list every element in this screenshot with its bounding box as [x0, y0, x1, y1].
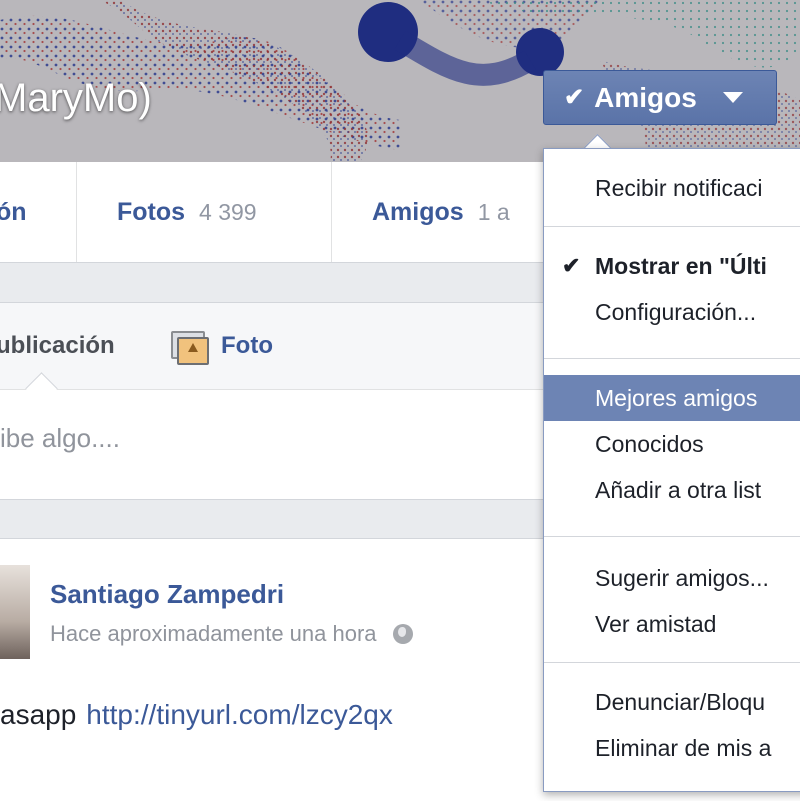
menu-item-settings[interactable]: Configuración...	[544, 289, 800, 335]
post-body: asapp http://tinyurl.com/lzcy2qx	[0, 699, 393, 731]
post-link[interactable]: http://tinyurl.com/lzcy2qx	[86, 699, 393, 730]
tab-photos-count: 4 399	[199, 198, 257, 225]
composer-tab-photo-label: Foto	[221, 332, 273, 359]
menu-item-label: Mejores amigos	[595, 384, 758, 411]
friend-dropdown-menu: Recibir notificaci ✔ Mostrar en "Últi Co…	[543, 148, 800, 792]
check-icon: ✔	[562, 253, 581, 278]
tab-info-label: ón	[0, 197, 27, 226]
menu-item-label: Conocidos	[595, 430, 704, 457]
composer-tab-status-label: ublicación	[0, 332, 115, 359]
caret-down-icon	[722, 92, 743, 103]
menu-item-show-in-news-feed[interactable]: ✔ Mostrar en "Últi	[544, 243, 800, 289]
menu-divider	[544, 358, 800, 359]
menu-item-see-friendship[interactable]: Ver amistad	[544, 601, 800, 647]
menu-divider	[544, 662, 800, 663]
menu-item-close-friends[interactable]: Mejores amigos	[544, 375, 800, 421]
menu-item-label: Eliminar de mis a	[595, 734, 772, 761]
check-icon: ✔	[564, 84, 585, 111]
menu-item-get-notifications[interactable]: Recibir notificaci	[544, 165, 800, 211]
menu-item-label: Sugerir amigos...	[595, 564, 769, 591]
friend-status-label: Amigos	[594, 81, 697, 113]
tab-divider	[331, 162, 332, 262]
menu-divider	[544, 536, 800, 537]
menu-item-unfriend[interactable]: Eliminar de mis a	[544, 725, 800, 771]
globe-icon	[392, 624, 413, 644]
composer-tab-status[interactable]: ublicación	[0, 303, 115, 389]
menu-item-label: Mostrar en "Últi	[595, 252, 767, 279]
menu-item-label: Ver amistad	[595, 610, 717, 637]
tab-friends-label: Amigos	[372, 197, 464, 226]
menu-divider	[544, 226, 800, 227]
tab-photos-label: Fotos	[117, 197, 186, 226]
menu-item-label: Configuración...	[595, 298, 757, 325]
post-author[interactable]: Santiago Zampedri	[50, 579, 284, 610]
menu-item-label: Añadir a otra list	[595, 476, 762, 503]
composer-tab-photo[interactable]: Foto	[171, 303, 273, 389]
tab-photos[interactable]: Fotos 4 399	[117, 162, 257, 262]
post-timestamp-text[interactable]: Hace aproximadamente una hora	[50, 621, 377, 646]
menu-item-add-to-list[interactable]: Añadir a otra list	[544, 467, 800, 513]
tab-friends-count: 1 a	[477, 198, 510, 225]
menu-item-report-block[interactable]: Denunciar/Bloqu	[544, 679, 800, 725]
avatar[interactable]	[0, 565, 30, 659]
post-text: asapp	[0, 699, 77, 730]
composer-input[interactable]: ibe algo....	[0, 423, 120, 454]
tab-info[interactable]: ón	[0, 162, 27, 262]
tab-friends[interactable]: Amigos 1 a	[372, 162, 510, 262]
menu-item-acquaintances[interactable]: Conocidos	[544, 421, 800, 467]
tab-divider	[76, 162, 77, 262]
menu-item-label: Denunciar/Bloqu	[595, 688, 766, 715]
profile-name[interactable]: MaryMo)	[0, 76, 152, 121]
menu-item-label: Recibir notificaci	[595, 174, 763, 201]
menu-item-suggest-friends[interactable]: Sugerir amigos...	[544, 555, 800, 601]
friend-status-button[interactable]: ✔ Amigos	[543, 70, 777, 125]
post-timestamp: Hace aproximadamente una hora	[50, 621, 413, 647]
photo-icon	[171, 331, 209, 365]
